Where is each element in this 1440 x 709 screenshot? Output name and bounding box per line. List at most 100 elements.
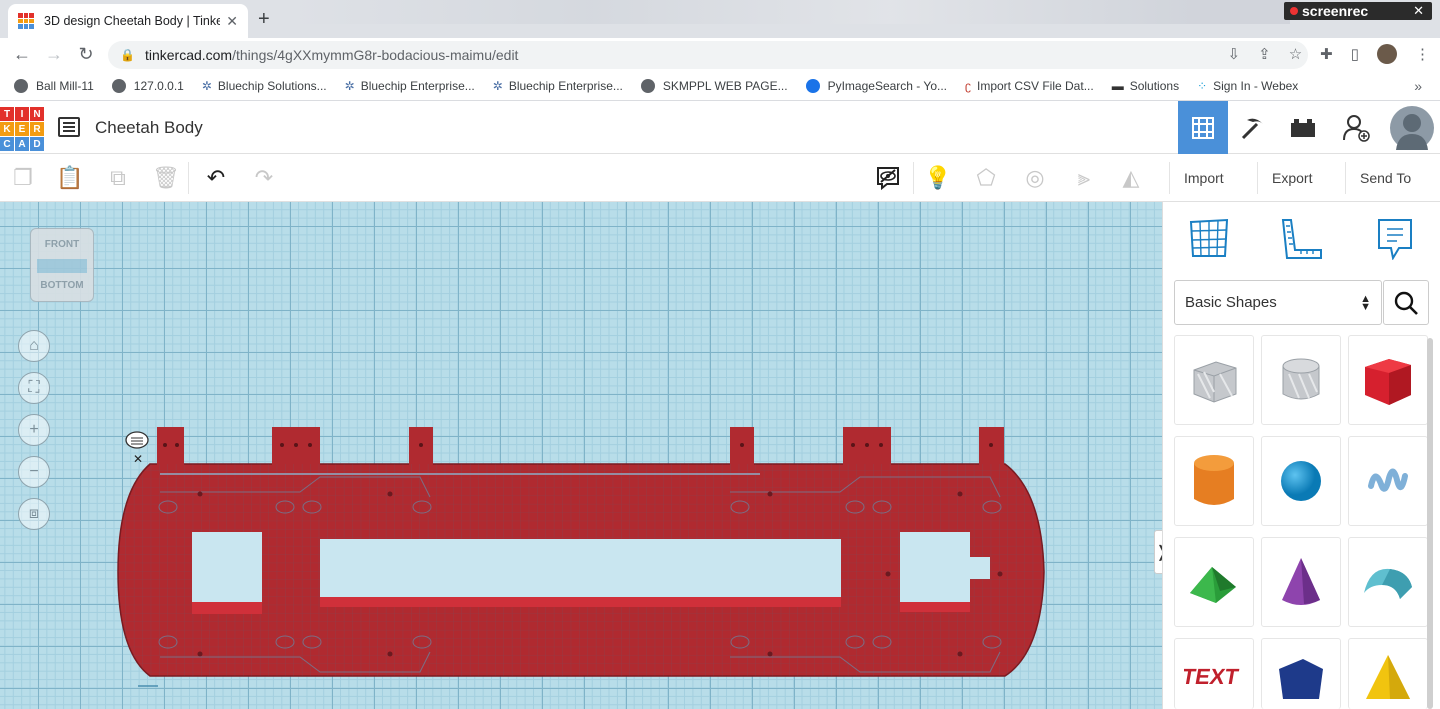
tinkercad-logo[interactable]: TIN KER CAD (0, 107, 44, 151)
export-button[interactable]: Export (1257, 162, 1326, 194)
note-icon (125, 431, 149, 449)
group-icon[interactable]: ⬠ (972, 164, 1000, 192)
globe-icon (111, 78, 126, 93)
toolbar-divider (913, 162, 914, 194)
bookmark-item[interactable]: ʗ Import CSV File Dat... (965, 79, 1094, 93)
browser-profile-avatar[interactable] (1377, 44, 1397, 64)
svg-text:TEXT: TEXT (1184, 664, 1241, 689)
back-icon[interactable]: ← (6, 44, 38, 65)
lightbulb-icon[interactable]: 💡 (924, 164, 952, 192)
recorder-close-icon[interactable]: ✕ (1413, 3, 1424, 19)
shape-box[interactable] (1348, 335, 1428, 425)
workplane[interactable]: FRONT BOTTOM ⌂ ⛶ + − ⧈ ✕ (0, 202, 1162, 709)
share-icon[interactable]: ⇪ (1258, 45, 1271, 63)
lock-icon: 🔒 (120, 48, 135, 62)
record-dot-icon (1290, 7, 1298, 15)
ungroup-icon[interactable]: ◎ (1021, 164, 1049, 192)
logo-letter: I (15, 107, 29, 121)
shape-text[interactable]: TEXT (1174, 638, 1254, 709)
shape-polygon[interactable] (1261, 638, 1341, 709)
logo-letter: D (30, 137, 44, 151)
shape-cylinder[interactable] (1174, 436, 1254, 526)
logo-letter: K (0, 122, 14, 136)
notes-icon[interactable] (1373, 216, 1417, 261)
shape-box-hole[interactable] (1174, 335, 1254, 425)
pickaxe-icon[interactable] (1228, 101, 1278, 154)
align-icon[interactable]: ⫸ (1070, 164, 1098, 192)
mirror-icon[interactable]: ◭ (1117, 164, 1145, 192)
bookmark-star-icon[interactable]: ☆ (1289, 45, 1302, 63)
bookmark-item[interactable]: ⁘ Sign In - Webex (1197, 79, 1298, 93)
bluechip-icon: ✲ (344, 78, 355, 93)
shape-category-select[interactable]: Basic Shapes ▲ ▼ (1174, 280, 1382, 325)
toolbar-divider (188, 162, 189, 194)
logo-letter: T (0, 107, 14, 121)
bookmark-item[interactable]: ✲ Bluechip Enterprise... (345, 79, 475, 93)
solutions-icon: ▬ (1111, 78, 1124, 93)
pyimagesearch-icon (805, 78, 820, 93)
panel-scrollbar[interactable] (1427, 338, 1433, 709)
shapes-panel: Basic Shapes ▲ ▼ TEXT (1162, 202, 1440, 709)
bookmark-item[interactable]: ✲ Bluechip Solutions... (202, 79, 327, 93)
new-tab-icon[interactable]: + (258, 8, 270, 31)
side-panel-icon[interactable]: ▯ (1351, 45, 1359, 63)
reload-icon[interactable]: ↻ (70, 44, 102, 65)
import-button[interactable]: Import (1169, 162, 1238, 194)
logo-letter: E (15, 122, 29, 136)
select-arrows-icon: ▲ ▼ (1360, 292, 1371, 313)
bookmark-item[interactable]: ✲ Bluechip Enterprise... (493, 79, 623, 93)
logo-letter: N (30, 107, 44, 121)
shape-pyramid[interactable] (1348, 638, 1428, 709)
bookmark-item[interactable]: ▬ Solutions (1112, 79, 1179, 93)
design-menu-icon[interactable] (58, 117, 80, 137)
user-avatar[interactable] (1384, 101, 1440, 154)
bookmark-item[interactable]: PyImageSearch - Yo... (805, 78, 947, 93)
bookmark-item[interactable]: Ball Mill-11 (14, 78, 94, 93)
shape-search-button[interactable] (1383, 280, 1429, 325)
add-user-icon[interactable] (1328, 101, 1384, 154)
paste-icon[interactable]: 📋 (56, 164, 84, 192)
shape-round-roof[interactable] (1348, 537, 1428, 627)
design-title[interactable]: Cheetah Body (95, 118, 203, 138)
workplane-grid-icon[interactable] (1187, 216, 1231, 260)
tinkercad-favicon (18, 13, 34, 29)
bookmark-item[interactable]: 127.0.0.1 (111, 78, 184, 93)
logo-letter: C (0, 137, 14, 151)
ruler-icon[interactable] (1279, 216, 1323, 260)
bookmarks-bar: Ball Mill-11 127.0.0.1 ✲ Bluechip Solutio… (0, 71, 1440, 101)
redo-icon[interactable]: ↷ (250, 164, 278, 192)
shape-cylinder-hole[interactable] (1261, 335, 1341, 425)
delete-icon[interactable]: 🗑 (152, 164, 180, 192)
tab-close-icon[interactable]: ✕ (226, 13, 238, 30)
undo-icon[interactable]: ↶ (202, 164, 230, 192)
bluechip-icon: ✲ (492, 78, 503, 93)
send-to-button[interactable]: Send To (1345, 162, 1425, 194)
copy-icon[interactable]: ❐ (9, 164, 37, 192)
shape-sphere[interactable] (1261, 436, 1341, 526)
tab-title: 3D design Cheetah Body | Tinkercad (44, 14, 221, 28)
forward-icon[interactable]: → (38, 44, 70, 65)
extensions-icon[interactable]: ✚ (1320, 45, 1333, 63)
globe-icon (640, 78, 655, 93)
bricks-icon[interactable] (1278, 101, 1328, 154)
url-field[interactable]: 🔒 tinkercad.com/things/4gXXmymmG8r-bodac… (108, 41, 1308, 69)
shape-roof[interactable] (1174, 537, 1254, 627)
browser-menu-icon[interactable]: ⋮ (1415, 45, 1430, 63)
design-model[interactable]: ✕ (0, 202, 1162, 709)
install-icon[interactable]: ⇩ (1228, 45, 1241, 63)
shape-cone[interactable] (1261, 537, 1341, 627)
hide-icon[interactable] (874, 164, 902, 192)
shape-scribble[interactable] (1348, 436, 1428, 526)
browser-tab-bar: 3D design Cheetah Body | Tinkercad ✕ + s… (0, 0, 1440, 38)
webex-icon: ⁘ (1197, 78, 1208, 93)
browser-actions: ⇩ ⇪ ☆ ✚ ▯ ⋮ (1228, 44, 1430, 64)
3d-view-grid-icon[interactable] (1178, 101, 1228, 154)
close-note-icon: ✕ (133, 452, 143, 466)
url-path: /things/4gXXmymmG8r-bodacious-maimu/edit (232, 47, 519, 63)
bookmarks-overflow-icon[interactable]: » (1414, 78, 1422, 94)
duplicate-icon[interactable]: ⧉ (104, 164, 132, 192)
globe-icon (14, 78, 28, 93)
search-icon (1394, 291, 1418, 315)
bookmark-item[interactable]: SKMPPL WEB PAGE... (640, 78, 788, 93)
browser-tab[interactable]: 3D design Cheetah Body | Tinkercad ✕ (8, 4, 248, 38)
